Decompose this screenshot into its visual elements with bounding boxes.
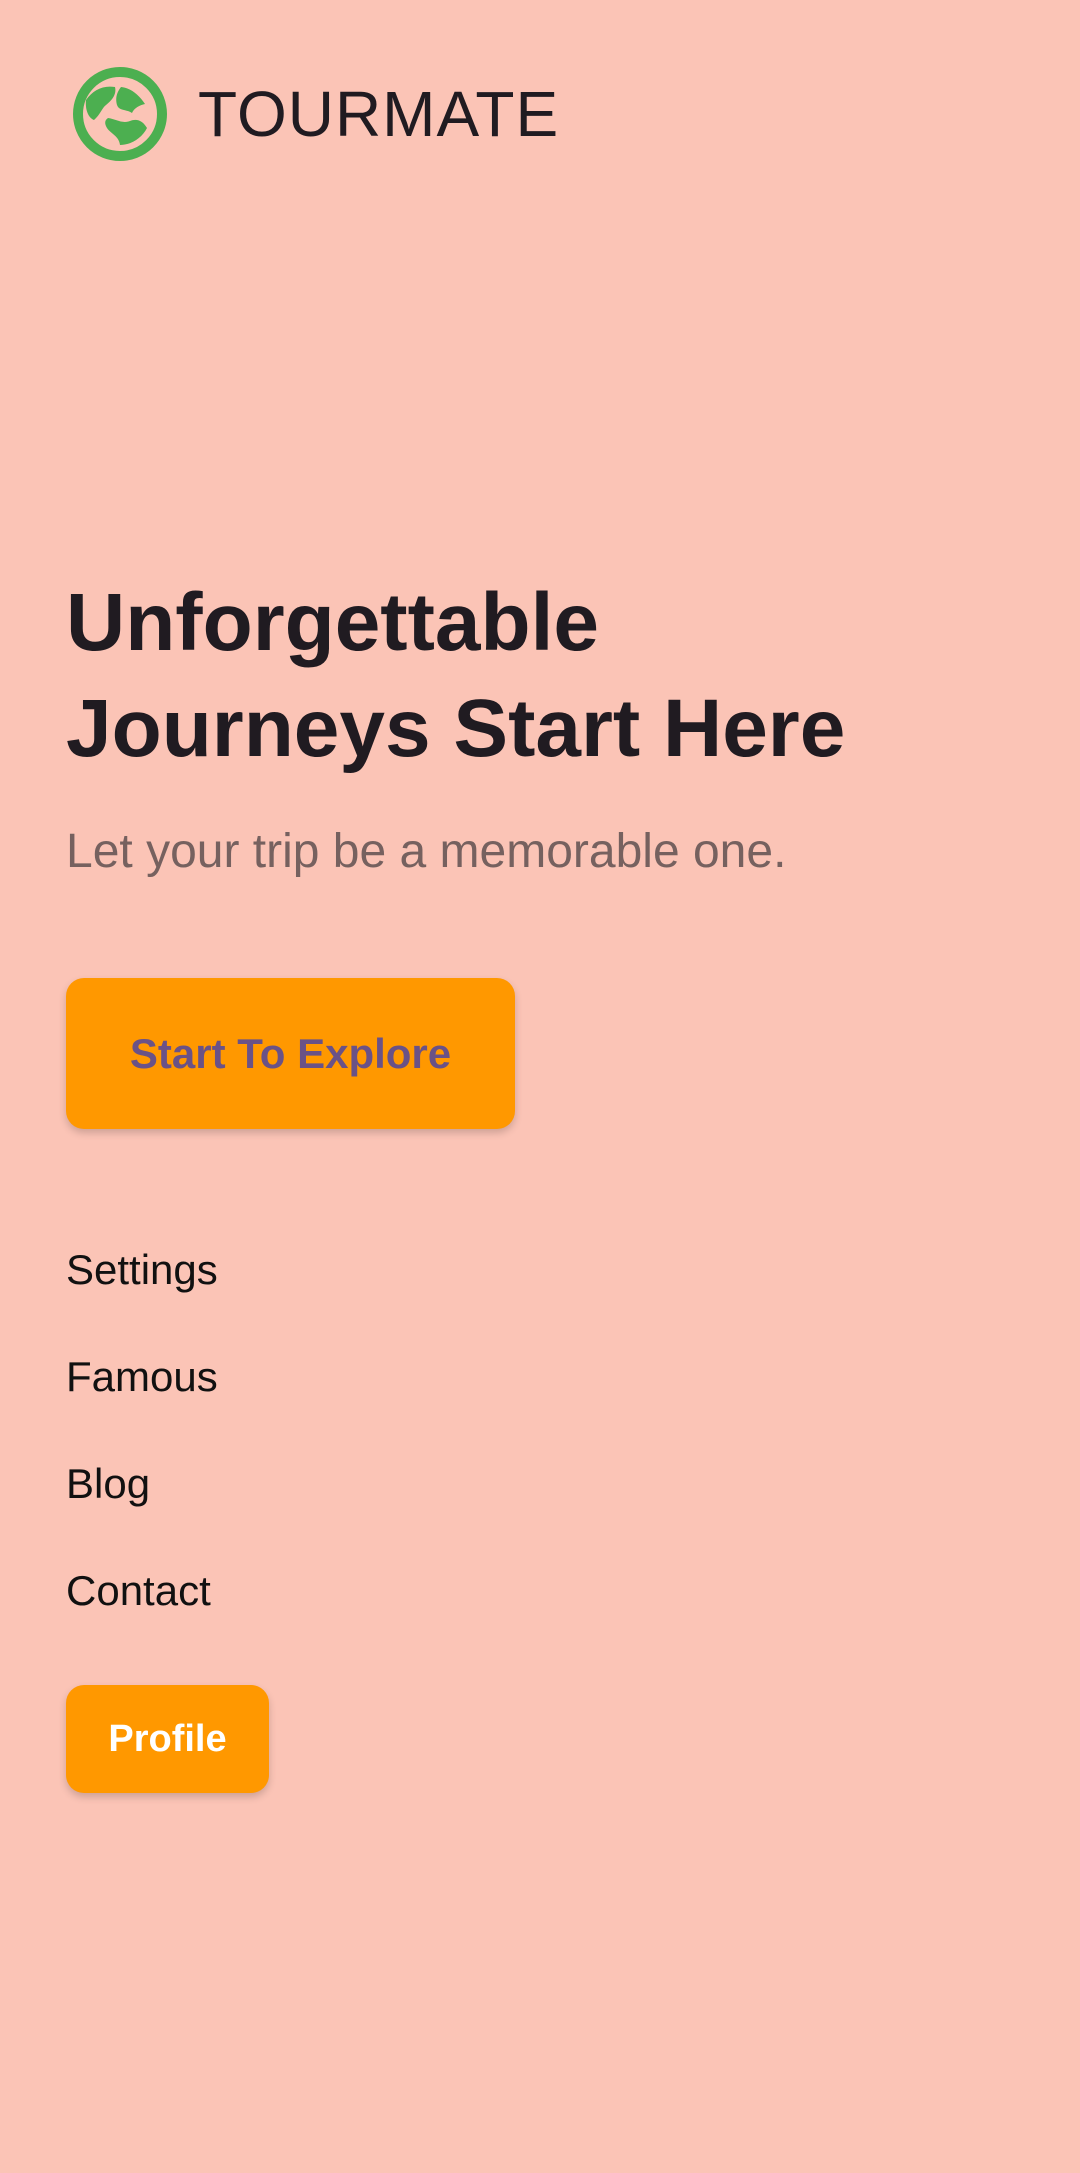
hero-title: Unforgettable Journeys Start Here [66,570,1016,782]
menu-item-settings[interactable]: Settings [66,1228,218,1335]
hero-subtitle: Let your trip be a memorable one. [66,825,787,878]
menu-item-famous[interactable]: Famous [66,1335,218,1442]
profile-button[interactable]: Profile [66,1685,269,1793]
hero-title-line-1: Unforgettable [66,577,599,668]
app-header: TOURMATE [73,66,559,162]
start-to-explore-button[interactable]: Start To Explore [66,978,515,1129]
navigation-menu: Settings Famous Blog Contact [66,1228,218,1656]
globe-icon [73,67,167,161]
hero-title-line-2: Journeys Start Here [66,683,846,774]
menu-item-contact[interactable]: Contact [66,1549,218,1656]
menu-item-blog[interactable]: Blog [66,1442,218,1549]
app-title: TOURMATE [198,78,560,150]
